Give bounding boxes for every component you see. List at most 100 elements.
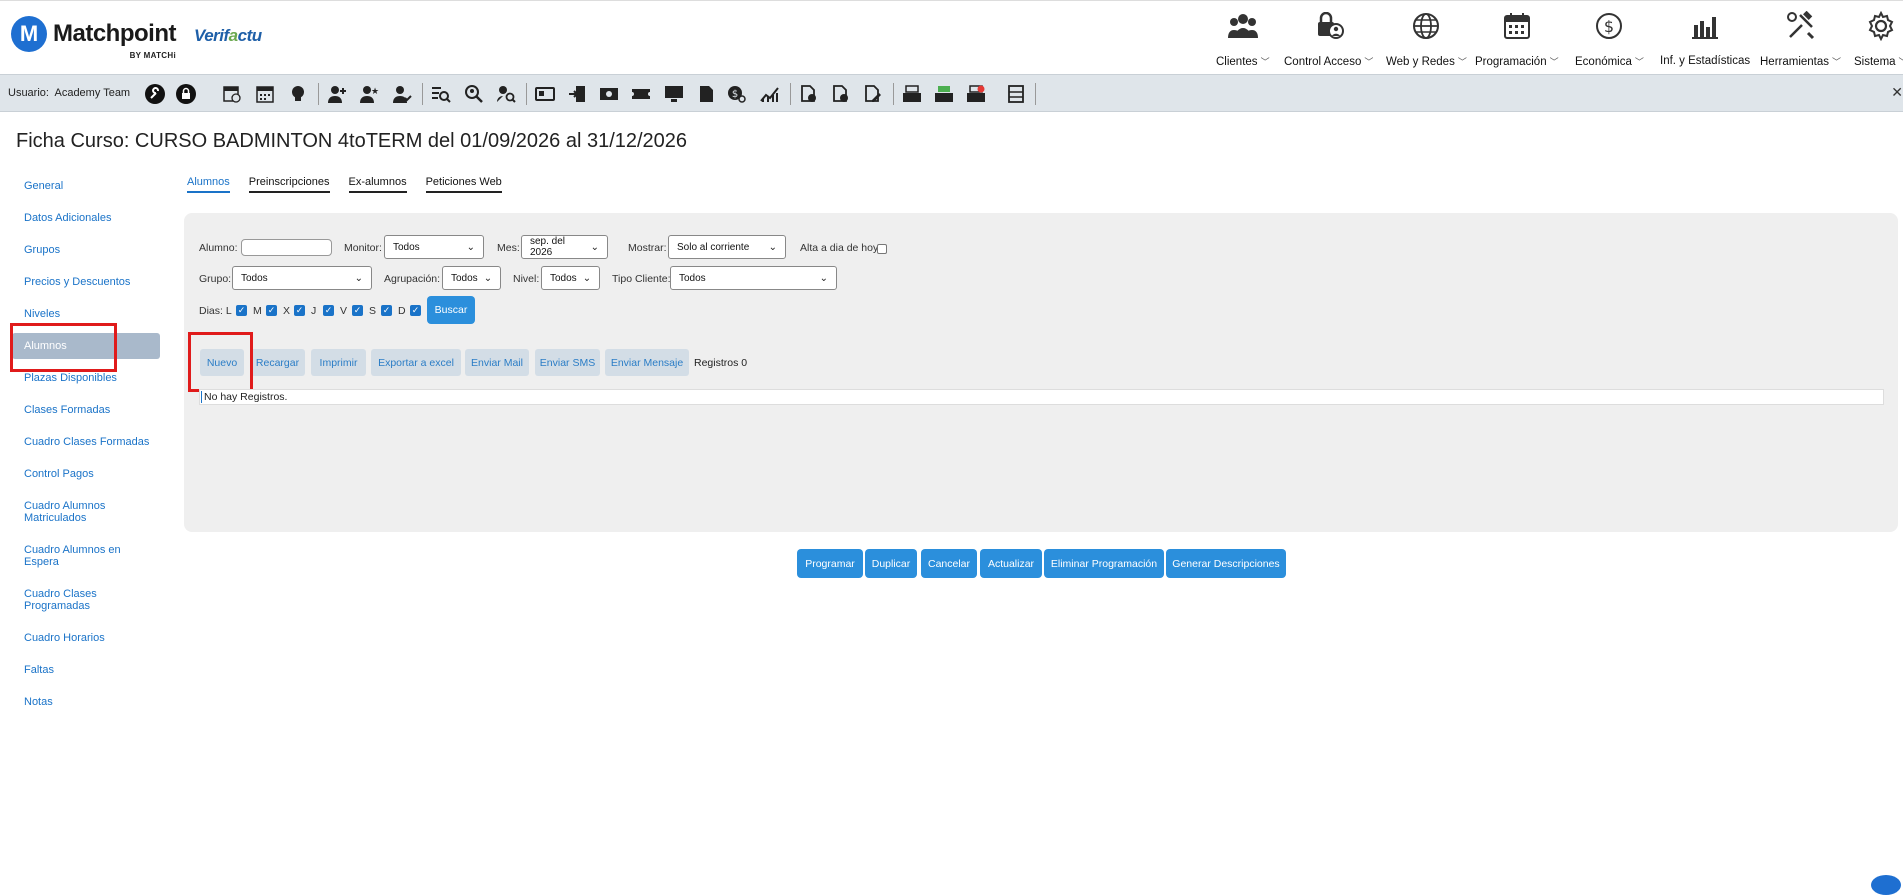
dia-j-checkbox[interactable]: ✓ — [323, 305, 334, 316]
imprimir-button[interactable]: Imprimir — [311, 349, 366, 376]
enviar-sms-button[interactable]: Enviar SMS — [535, 349, 600, 376]
cancelar-button[interactable]: Cancelar — [921, 549, 977, 578]
dia-s-checkbox[interactable]: ✓ — [381, 305, 392, 316]
money-icon[interactable] — [598, 84, 620, 104]
cash-register-icon[interactable] — [901, 84, 923, 104]
chat-widget-button[interactable] — [1871, 875, 1901, 895]
sidebar-item-alumnos-matriculados[interactable]: Cuadro Alumnos Matriculados — [24, 500, 134, 524]
line-chart-icon[interactable] — [759, 84, 781, 104]
eliminar-programacion-button[interactable]: Eliminar Programación — [1044, 549, 1164, 578]
calendar-icon[interactable] — [254, 84, 276, 104]
agrupacion-label: Agrupación: — [384, 273, 440, 285]
document-icon[interactable] — [695, 84, 717, 104]
sidebar-item-datos-adicionales[interactable]: Datos Adicionales — [24, 212, 111, 224]
nav-economica[interactable]: $ Económica﹀ — [1575, 9, 1644, 68]
agrupacion-select[interactable]: Todos⌄ — [442, 266, 501, 290]
enviar-mensaje-button[interactable]: Enviar Mensaje — [605, 349, 689, 376]
dia-m-checkbox[interactable]: ✓ — [266, 305, 277, 316]
duplicar-button[interactable]: Duplicar — [865, 549, 917, 578]
dia-l-checkbox[interactable]: ✓ — [236, 305, 247, 316]
nuevo-button[interactable]: Nuevo — [200, 349, 244, 376]
user-search-icon[interactable] — [463, 84, 485, 104]
enviar-mail-button[interactable]: Enviar Mail — [465, 349, 529, 376]
nav-programacion[interactable]: Programación﹀ — [1475, 9, 1559, 68]
recargar-button[interactable]: Recargar — [250, 349, 305, 376]
list-search-icon[interactable] — [430, 84, 452, 104]
buscar-button[interactable]: Buscar — [427, 296, 475, 324]
dia-v-checkbox[interactable]: ✓ — [352, 305, 363, 316]
empty-message: No hay Registros. — [204, 391, 287, 403]
nav-estadisticas[interactable]: Inf. y Estadísticas — [1660, 9, 1750, 67]
sidebar-item-notas[interactable]: Notas — [24, 696, 53, 708]
dia-d-checkbox[interactable]: ✓ — [410, 305, 421, 316]
calendar-icon — [1503, 9, 1531, 43]
user-search-alt-icon[interactable] — [495, 84, 517, 104]
sidebar-item-alumnos-espera[interactable]: Cuadro Alumnos en Espera — [24, 544, 134, 568]
mes-select[interactable]: sep. del 2026⌄ — [521, 235, 608, 259]
sidebar-item-clases-programadas[interactable]: Cuadro Clases Programadas — [24, 588, 134, 612]
card-icon[interactable] — [534, 84, 556, 104]
ticket-icon[interactable] — [630, 84, 652, 104]
doc-edit-icon[interactable] — [862, 84, 884, 104]
tab-ex-alumnos[interactable]: Ex-alumnos — [349, 176, 407, 193]
tab-alumnos[interactable]: Alumnos — [187, 176, 230, 193]
nav-sistema[interactable]: Sistema﹀ — [1854, 9, 1903, 68]
mostrar-select[interactable]: Solo al corriente⌄ — [668, 235, 786, 259]
nivel-select[interactable]: Todos⌄ — [541, 266, 600, 290]
sidebar-item-alumnos[interactable]: Alumnos — [12, 333, 160, 359]
sidebar-item-faltas[interactable]: Faltas — [24, 664, 54, 676]
alumno-input[interactable] — [241, 239, 332, 256]
calendar-clock-icon[interactable] — [221, 84, 243, 104]
sidebar-item-niveles[interactable]: Niveles — [24, 308, 60, 320]
door-enter-icon[interactable] — [566, 84, 588, 104]
exportar-excel-button[interactable]: Exportar a excel — [371, 349, 461, 376]
nav-control-acceso[interactable]: Control Acceso﹀ — [1284, 9, 1373, 68]
lightbulb-icon[interactable] — [287, 84, 309, 104]
cash-register-green-icon[interactable] — [933, 84, 955, 104]
tab-preinscripciones[interactable]: Preinscripciones — [249, 176, 330, 193]
sidebar-item-general[interactable]: General — [24, 180, 63, 192]
sidebar-item-control-pagos[interactable]: Control Pagos — [24, 468, 94, 480]
matchpoint-logo[interactable]: M Matchpoint BY MATCHi — [11, 16, 176, 52]
sidebar-item-cuadro-clases-formadas[interactable]: Cuadro Clases Formadas — [24, 436, 149, 448]
nav-web-redes[interactable]: Web y Redes﹀ — [1386, 9, 1467, 68]
monitor-icon[interactable] — [663, 84, 685, 104]
toolbar-divider — [422, 83, 423, 105]
close-icon[interactable]: ✕ — [1891, 84, 1903, 101]
doc-money-icon[interactable] — [798, 84, 820, 104]
dia-d-label: D — [398, 305, 406, 317]
tab-peticiones-web[interactable]: Peticiones Web — [426, 176, 502, 193]
lock-icon[interactable] — [175, 84, 197, 104]
chevron-down-icon: ⌄ — [820, 273, 828, 284]
sidebar-item-precios[interactable]: Precios y Descuentos — [24, 276, 130, 288]
chevron-down-icon: ﹀ — [1899, 57, 1903, 67]
user-check-icon[interactable] — [391, 84, 413, 104]
nav-herramientas[interactable]: Herramientas﹀ — [1760, 9, 1841, 68]
grupo-select[interactable]: Todos⌄ — [232, 266, 372, 290]
key-icon[interactable] — [144, 84, 166, 104]
actualizar-button[interactable]: Actualizar — [980, 549, 1042, 578]
sidebar-item-cuadro-horarios[interactable]: Cuadro Horarios — [24, 632, 105, 644]
monitor-select[interactable]: Todos⌄ — [384, 235, 484, 259]
user-star-icon[interactable]: ★ — [358, 84, 380, 104]
toolbar-divider — [1035, 83, 1036, 105]
sidebar-item-grupos[interactable]: Grupos — [24, 244, 60, 256]
sidebar-item-plazas[interactable]: Plazas Disponibles — [24, 372, 117, 384]
dias-label: Dias: L — [199, 305, 232, 317]
drawer-icon[interactable] — [1005, 84, 1027, 104]
user-info: Usuario: Academy Team — [8, 87, 130, 99]
nav-clientes[interactable]: Clientes﹀ — [1216, 9, 1270, 68]
programar-button[interactable]: Programar — [797, 549, 863, 578]
alta-checkbox[interactable] — [877, 244, 887, 254]
svg-text:★: ★ — [371, 87, 379, 97]
tipo-cliente-select[interactable]: Todos⌄ — [670, 266, 837, 290]
coin-search-icon[interactable]: $ — [726, 84, 748, 104]
add-user-icon[interactable] — [326, 84, 348, 104]
chevron-down-icon: ⌄ — [769, 242, 777, 253]
generar-descripciones-button[interactable]: Generar Descripciones — [1166, 549, 1286, 578]
dia-x-checkbox[interactable]: ✓ — [294, 305, 305, 316]
alta-label: Alta a dia de hoy — [800, 242, 878, 254]
doc-check-icon[interactable] — [830, 84, 852, 104]
sidebar-item-clases-formadas[interactable]: Clases Formadas — [24, 404, 110, 416]
cash-register-red-icon[interactable] — [965, 84, 987, 104]
